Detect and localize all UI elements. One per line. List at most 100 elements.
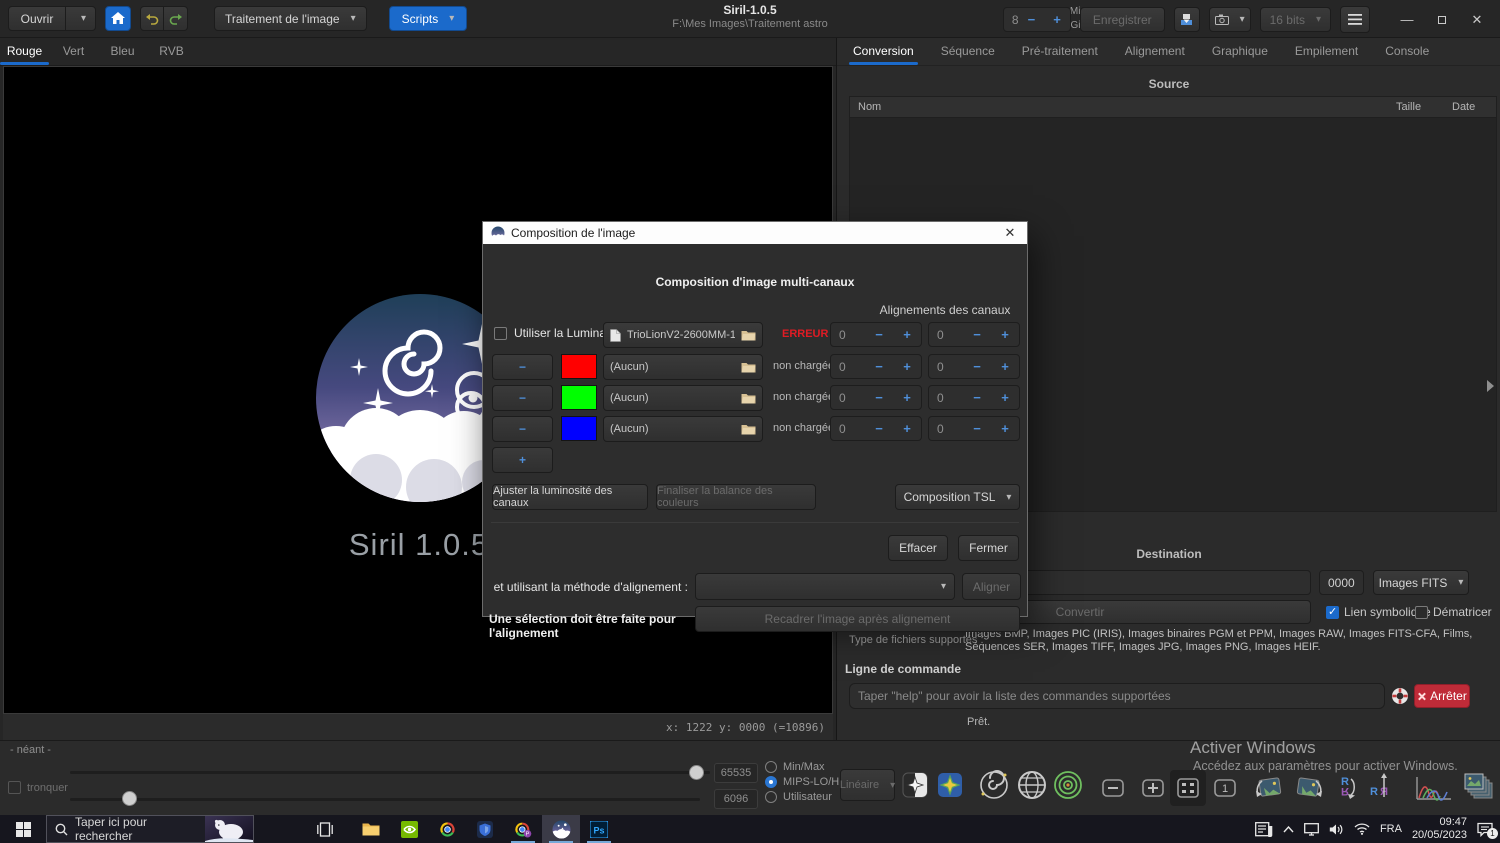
blue-shift-x-plus[interactable]: + bbox=[893, 421, 921, 436]
green-shift-y-minus[interactable]: − bbox=[963, 390, 991, 405]
tab-console[interactable]: Console bbox=[1381, 38, 1433, 65]
green-shift-y-plus[interactable]: + bbox=[991, 390, 1019, 405]
truncate-checkbox[interactable] bbox=[8, 781, 21, 794]
rotate-cw-button[interactable] bbox=[1291, 774, 1325, 802]
blue-channel-swatch[interactable] bbox=[561, 416, 597, 441]
help-button[interactable] bbox=[1389, 684, 1411, 708]
nvidia-settings-button[interactable] bbox=[390, 815, 428, 843]
file-explorer-button[interactable] bbox=[352, 815, 390, 843]
luminance-file-button[interactable]: TrioLionV2-2600MM-120x... bbox=[603, 322, 763, 348]
image-processing-menu[interactable]: Traitement de l'image bbox=[214, 6, 367, 31]
red-shift-x-minus[interactable]: − bbox=[865, 359, 893, 374]
close-dialog-button[interactable]: Fermer bbox=[958, 535, 1019, 561]
red-shift-x-spinner[interactable]: 0−+ bbox=[830, 354, 922, 379]
red-shift-y-spinner[interactable]: 0−+ bbox=[928, 354, 1020, 379]
truncate-option[interactable]: tronquer bbox=[8, 781, 68, 794]
command-input[interactable] bbox=[849, 683, 1385, 709]
blue-shift-x-minus[interactable]: − bbox=[865, 421, 893, 436]
composition-mode-dropdown[interactable]: Composition TSL bbox=[895, 484, 1020, 510]
align-button[interactable]: Aligner bbox=[962, 573, 1021, 600]
hi-slider-track[interactable] bbox=[70, 771, 710, 774]
dialog-close-button[interactable]: ✕ bbox=[1001, 225, 1019, 241]
tab-empilement[interactable]: Empilement bbox=[1291, 38, 1362, 65]
volume-tray-button[interactable] bbox=[1329, 823, 1344, 836]
notification-center-button[interactable]: 1 bbox=[1477, 822, 1494, 837]
fit-to-window-button[interactable] bbox=[1170, 770, 1206, 806]
green-shift-x-spinner[interactable]: 0−+ bbox=[830, 385, 922, 410]
galaxy-tool-button[interactable] bbox=[976, 767, 1012, 803]
blue-shift-y-spinner[interactable]: 0−+ bbox=[928, 416, 1020, 441]
tab-graphique[interactable]: Graphique bbox=[1208, 38, 1272, 65]
tab-vert[interactable]: Vert bbox=[49, 38, 98, 65]
zoom-plus-button[interactable]: + bbox=[1044, 12, 1070, 27]
green-shift-y-spinner[interactable]: 0−+ bbox=[928, 385, 1020, 410]
symlink-checkbox[interactable] bbox=[1326, 606, 1339, 619]
panel-expander-arrow[interactable] bbox=[1487, 380, 1494, 392]
tab-sequence[interactable]: Séquence bbox=[937, 38, 999, 65]
minimize-button[interactable]: — bbox=[1394, 12, 1420, 27]
zoom-minus-button[interactable]: − bbox=[1019, 12, 1045, 27]
column-date[interactable]: Date bbox=[1452, 101, 1496, 113]
start-button[interactable] bbox=[0, 815, 46, 843]
chrome-button[interactable] bbox=[428, 815, 466, 843]
remove-green-channel-button[interactable]: − bbox=[492, 385, 553, 411]
tab-bleu[interactable]: Bleu bbox=[98, 38, 147, 65]
flip-vertical-button[interactable]: R R bbox=[1331, 772, 1363, 802]
radio-minmax[interactable] bbox=[765, 761, 777, 773]
lo-slider-track[interactable] bbox=[70, 798, 700, 801]
red-channel-swatch[interactable] bbox=[561, 354, 597, 379]
luminance-shift-y-minus[interactable]: − bbox=[963, 327, 991, 342]
blue-shift-y-minus[interactable]: − bbox=[963, 421, 991, 436]
luminance-shift-y-spinner[interactable]: 0 −+ bbox=[928, 322, 1020, 347]
bit-depth-dropdown[interactable]: 16 bits bbox=[1260, 7, 1331, 32]
astrometry-toggle-button[interactable] bbox=[934, 769, 966, 801]
hi-value-input[interactable]: 65535 bbox=[714, 763, 758, 783]
radio-mips-option[interactable]: MIPS-LO/HI bbox=[765, 776, 842, 788]
red-shift-y-plus[interactable]: + bbox=[991, 359, 1019, 374]
remove-red-channel-button[interactable]: − bbox=[492, 354, 553, 380]
scripts-menu[interactable]: Scripts bbox=[389, 6, 468, 31]
sequence-start-input[interactable] bbox=[1319, 570, 1364, 595]
zoom-spinner[interactable]: 8 − + bbox=[1003, 7, 1071, 32]
flip-horizontal-button[interactable]: R R bbox=[1368, 772, 1400, 802]
output-format-dropdown[interactable]: Images FITS bbox=[1373, 570, 1469, 595]
align-method-dropdown[interactable] bbox=[695, 573, 955, 600]
tab-rvb[interactable]: RVB bbox=[147, 38, 196, 65]
finalize-color-balance-button[interactable]: Finaliser la balance des couleurs bbox=[656, 484, 816, 510]
red-shift-y-minus[interactable]: − bbox=[963, 359, 991, 374]
crop-after-align-button[interactable]: Recadrer l'image après alignement bbox=[695, 606, 1020, 632]
rotate-ccw-button[interactable] bbox=[1253, 774, 1287, 802]
chrome-profile-button[interactable]: P bbox=[504, 815, 542, 843]
green-shift-x-plus[interactable]: + bbox=[893, 390, 921, 405]
debayer-option[interactable]: Dématricer bbox=[1415, 605, 1492, 619]
snapshot-button[interactable] bbox=[1209, 7, 1251, 32]
green-shift-x-minus[interactable]: − bbox=[865, 390, 893, 405]
taskbar-clock[interactable]: 09:47 20/05/2023 bbox=[1412, 816, 1467, 842]
column-size[interactable]: Taille bbox=[1396, 101, 1452, 113]
luminance-shift-x-minus[interactable]: − bbox=[865, 327, 893, 342]
image-sequence-button[interactable] bbox=[1460, 770, 1498, 804]
radio-user-option[interactable]: Utilisateur bbox=[765, 791, 832, 803]
red-shift-x-plus[interactable]: + bbox=[893, 359, 921, 374]
green-channel-swatch[interactable] bbox=[561, 385, 597, 410]
close-button[interactable]: ✕ bbox=[1464, 12, 1490, 28]
one-to-one-button[interactable]: 1 bbox=[1212, 777, 1238, 799]
tab-conversion[interactable]: Conversion bbox=[849, 38, 918, 65]
lo-value-input[interactable]: 6096 bbox=[714, 789, 758, 809]
taskbar-search[interactable]: Taper ici pour rechercher bbox=[46, 815, 254, 843]
wifi-tray-button[interactable] bbox=[1354, 823, 1370, 835]
tab-pretraitement[interactable]: Pré-traitement bbox=[1018, 38, 1102, 65]
add-channel-button[interactable]: + bbox=[492, 447, 553, 473]
tab-rouge[interactable]: Rouge bbox=[0, 38, 49, 65]
stop-button[interactable]: Arrêter bbox=[1414, 684, 1470, 708]
adjust-brightness-button[interactable]: Ajuster la luminosité des canaux bbox=[492, 484, 648, 510]
photoshop-button[interactable]: Ps bbox=[580, 815, 618, 843]
siril-taskbar-button[interactable] bbox=[542, 815, 580, 843]
luminance-shift-x-plus[interactable]: + bbox=[893, 327, 921, 342]
blue-shift-y-plus[interactable]: + bbox=[991, 421, 1019, 436]
tab-alignement[interactable]: Alignement bbox=[1121, 38, 1189, 65]
display-tray-button[interactable] bbox=[1304, 823, 1319, 836]
shield-app-button[interactable] bbox=[466, 815, 504, 843]
debayer-checkbox[interactable] bbox=[1415, 606, 1428, 619]
column-name[interactable]: Nom bbox=[850, 101, 1396, 113]
